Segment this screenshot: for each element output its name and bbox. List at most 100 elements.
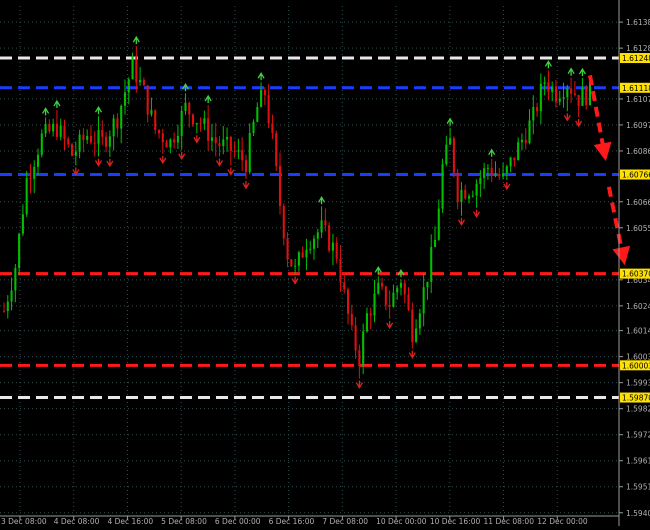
candle-body <box>532 107 535 121</box>
candle-body <box>131 56 134 80</box>
candle-body <box>301 252 304 258</box>
candle-body <box>343 282 346 290</box>
candle-body <box>502 173 505 177</box>
candle-body <box>354 325 357 351</box>
candle-body <box>108 136 111 147</box>
candle-body <box>441 164 444 209</box>
candle-body <box>339 258 342 283</box>
chart-background <box>0 0 650 526</box>
candle-body <box>40 133 43 155</box>
candle-body <box>471 195 474 197</box>
candle-body <box>437 208 440 240</box>
candle-body <box>139 80 142 83</box>
candle-body <box>543 82 546 84</box>
candle-body <box>316 232 319 239</box>
candle-body <box>86 135 89 140</box>
candle-body <box>479 177 482 184</box>
candle-body <box>82 134 85 140</box>
candle-body <box>475 183 478 196</box>
price-chart[interactable]: 1.61385 1.61280 1.61075 1.60970 1.60865 1.606… <box>0 0 650 526</box>
candle-body <box>252 121 255 134</box>
candle-body <box>570 88 573 94</box>
candle-body <box>244 160 248 173</box>
candle-body <box>551 86 554 92</box>
candle-body <box>207 118 210 141</box>
candle-body <box>320 220 323 233</box>
candle-body <box>558 98 561 102</box>
price-tick-label: 1.59510 <box>626 483 650 492</box>
candle-body <box>433 239 437 247</box>
candle-body <box>547 82 550 92</box>
candle-body <box>229 136 232 152</box>
candle-body <box>452 138 455 173</box>
candle-body <box>199 123 202 125</box>
price-tick-label: 1.61385 <box>626 18 650 27</box>
candle-body <box>48 124 51 132</box>
level-label-text: 1.61248 <box>622 54 650 63</box>
candle-body <box>388 304 391 307</box>
candle-body <box>2 310 6 312</box>
time-tick-label: 12 Dec 00:00 <box>537 517 588 526</box>
candle-body <box>373 293 376 316</box>
candle-body <box>524 139 527 144</box>
candle-body <box>71 144 74 156</box>
candle-body <box>286 238 289 260</box>
candle-body <box>294 265 297 267</box>
candle-body <box>396 287 399 293</box>
candle-body <box>29 178 32 180</box>
candle-body <box>305 249 308 258</box>
price-chart-svg[interactable]: 1.61385 1.61280 1.61075 1.60970 1.60865 1.606… <box>0 0 650 526</box>
candle-body <box>335 242 338 259</box>
candle-body <box>464 189 467 199</box>
candle-body <box>18 233 21 269</box>
candle-body <box>384 286 387 305</box>
price-tick-label: 1.59615 <box>626 457 650 466</box>
candle-body <box>161 133 164 143</box>
candle-body <box>222 139 225 147</box>
candle-body <box>154 110 157 131</box>
candle-body <box>52 123 55 132</box>
candle-body <box>365 313 368 332</box>
candle-body <box>498 174 501 177</box>
candle-body <box>278 165 282 207</box>
candle-body <box>135 56 138 83</box>
candle-body <box>165 142 168 148</box>
candle-body <box>14 268 17 291</box>
candle-body <box>267 95 270 124</box>
candle-body <box>241 150 244 161</box>
candle-body <box>146 85 149 115</box>
candle-body <box>74 151 77 156</box>
candle-body <box>157 130 161 134</box>
candle-body <box>407 294 410 310</box>
candle-body <box>89 135 92 143</box>
candle-body <box>78 134 81 152</box>
candle-body <box>581 87 584 106</box>
candle-body <box>260 89 263 107</box>
level-label-text: 1.60766 <box>622 171 650 180</box>
candle-body <box>585 87 588 106</box>
time-tick-label: 4 Dec 16:00 <box>107 517 153 526</box>
level-label-text: 1.59870 <box>622 394 650 403</box>
candle-body <box>554 86 558 102</box>
candle-body <box>399 282 403 288</box>
candle-body <box>430 246 433 282</box>
candle-body <box>377 282 380 294</box>
candle-body <box>233 151 236 153</box>
candle-body <box>328 225 331 251</box>
candle-body <box>203 118 206 124</box>
time-tick-label: 4 Dec 08:00 <box>54 517 100 526</box>
candle-body <box>176 135 179 143</box>
candle-body <box>505 166 508 174</box>
price-tick-label: 1.59825 <box>626 405 650 414</box>
candle-body <box>67 138 70 145</box>
candle-body <box>6 301 9 312</box>
candle-body <box>426 281 429 288</box>
candle-body <box>218 143 221 147</box>
candle-body <box>392 292 395 307</box>
candle-body <box>324 220 327 226</box>
candle-body <box>101 129 104 137</box>
level-label-text: 1.61118 <box>622 84 650 93</box>
candle-body <box>63 125 66 139</box>
candle-body <box>127 79 130 93</box>
time-tick-label: 10 Dec 16:00 <box>430 517 481 526</box>
